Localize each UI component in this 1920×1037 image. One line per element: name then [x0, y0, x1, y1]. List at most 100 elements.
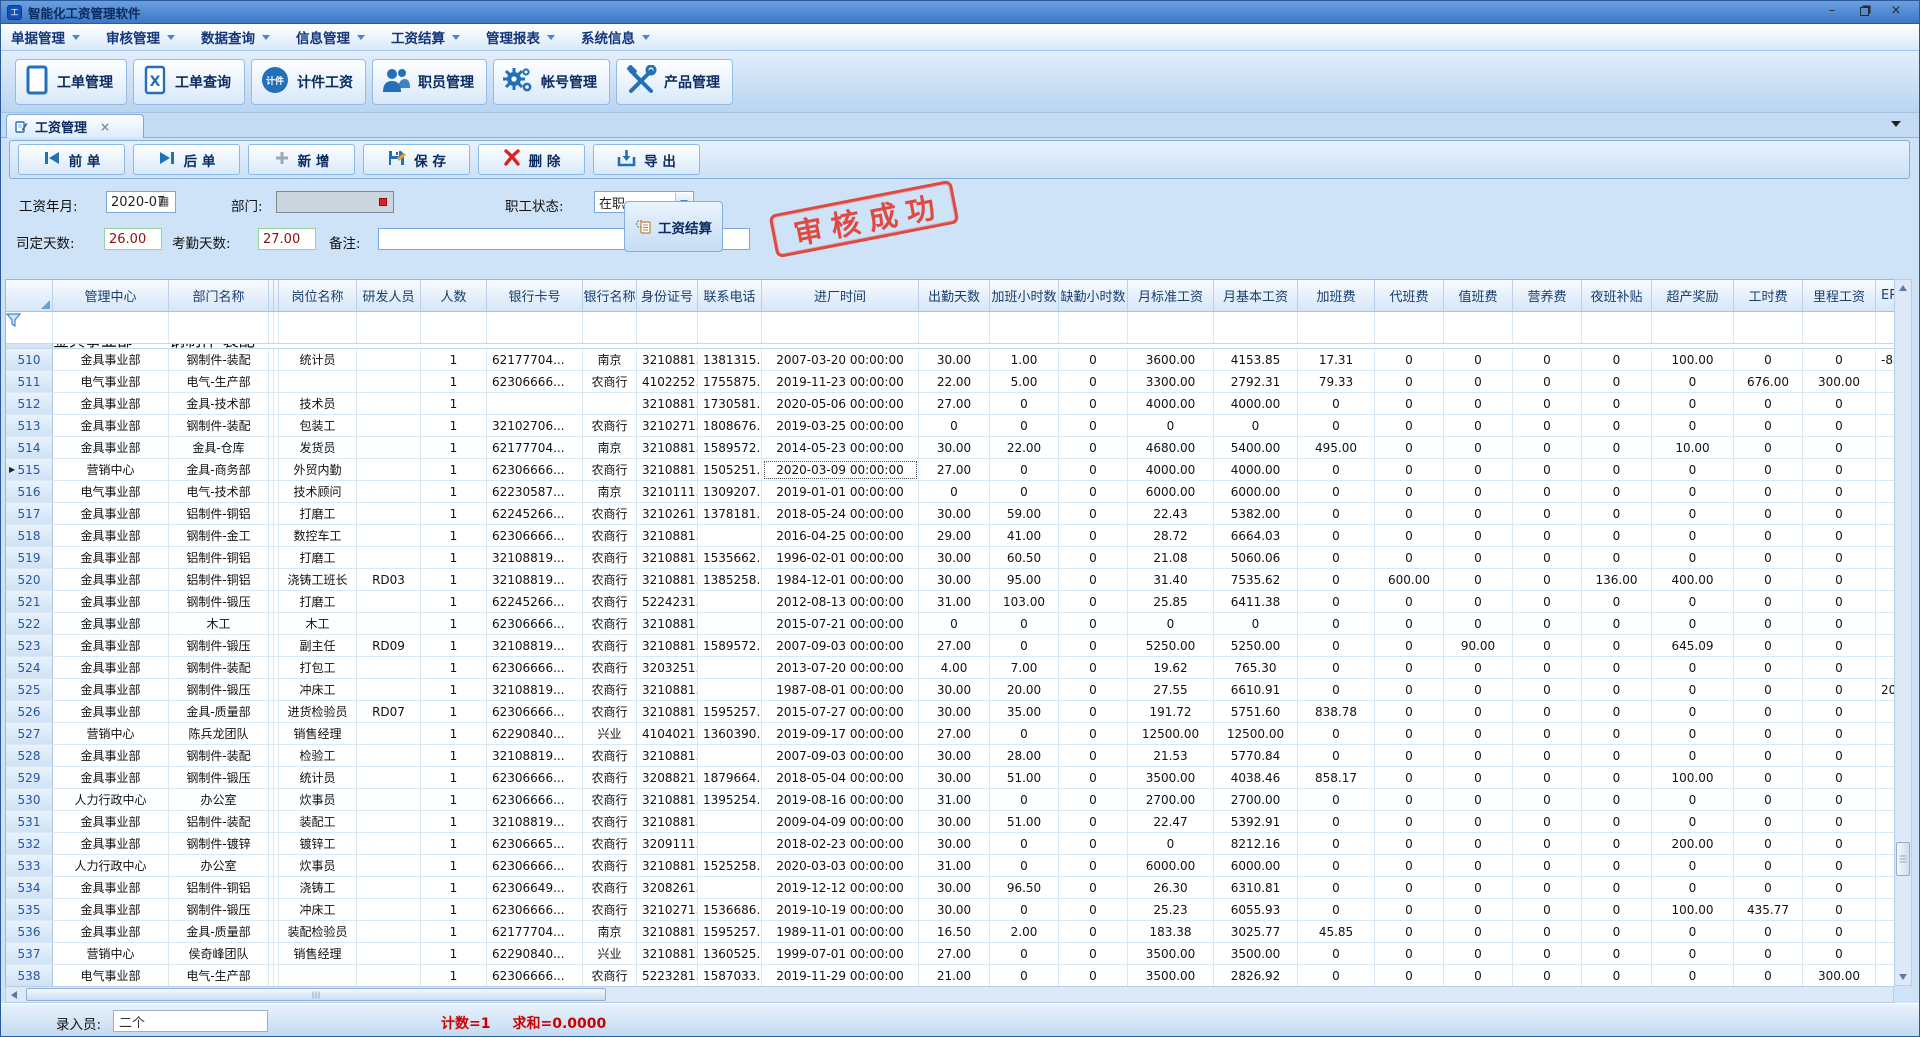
- grid-cell[interactable]: 62306666...: [487, 701, 583, 723]
- grid-cell[interactable]: 金具事业部: [53, 877, 169, 899]
- grid-cell[interactable]: 农商行: [583, 415, 637, 437]
- grid-cell[interactable]: 3210881...: [637, 437, 698, 459]
- grid-filter-cell[interactable]: [1059, 312, 1128, 343]
- grid-cell[interactable]: 30.00: [919, 437, 990, 459]
- grid-cell[interactable]: 22.43: [1128, 503, 1214, 525]
- grid-cell[interactable]: 4000.00: [1128, 393, 1214, 415]
- grid-cell[interactable]: 0: [1375, 481, 1444, 503]
- row-number[interactable]: 527: [6, 723, 53, 745]
- grid-header-出勤天数[interactable]: 出勤天数: [919, 280, 990, 311]
- grid-cell[interactable]: 62306666...: [487, 613, 583, 635]
- row-number[interactable]: 512: [6, 393, 53, 415]
- grid-cell[interactable]: 1: [421, 415, 487, 437]
- grid-filter-cell[interactable]: [1375, 312, 1444, 343]
- grid-cell[interactable]: [357, 657, 421, 679]
- grid-cell[interactable]: 0: [1513, 789, 1582, 811]
- grid-cell[interactable]: 金具事业部: [53, 503, 169, 525]
- grid-cell[interactable]: 南京: [583, 437, 637, 459]
- grid-header-月标准工资[interactable]: 月标准工资: [1128, 280, 1214, 311]
- grid-cell[interactable]: 0: [1298, 657, 1375, 679]
- grid-cell[interactable]: 28.72: [1128, 525, 1214, 547]
- grid-cell[interactable]: 2792.31: [1214, 371, 1298, 393]
- grid-cell[interactable]: 4000.00: [1214, 393, 1298, 415]
- grid-cell[interactable]: 0: [1652, 701, 1734, 723]
- grid-cell[interactable]: 0: [1298, 481, 1375, 503]
- grid-cell[interactable]: 62177704...: [487, 349, 583, 371]
- grid-filter-cell[interactable]: [1513, 312, 1582, 343]
- grid-cell[interactable]: 1: [421, 701, 487, 723]
- grid-cell[interactable]: 0: [1298, 679, 1375, 701]
- grid-cell[interactable]: 0: [1444, 591, 1513, 613]
- grid-cell[interactable]: 检验工: [279, 745, 357, 767]
- row-number[interactable]: 522: [6, 613, 53, 635]
- grid-cell[interactable]: 1378181...: [698, 503, 762, 525]
- grid-cell[interactable]: 0: [1059, 965, 1128, 986]
- action-button-prev-record[interactable]: 前 单: [18, 144, 125, 175]
- grid-cell[interactable]: 32108819...: [487, 569, 583, 591]
- grid-cell[interactable]: 0: [1375, 789, 1444, 811]
- grid-cell[interactable]: 0: [1734, 613, 1803, 635]
- grid-cell[interactable]: 0: [1734, 393, 1803, 415]
- grid-cell[interactable]: 0: [1059, 415, 1128, 437]
- grid-cell[interactable]: 0: [1652, 481, 1734, 503]
- grid-cell[interactable]: 外贸内勤: [279, 459, 357, 481]
- grid-cell[interactable]: 2009-04-09 00:00:00: [762, 811, 919, 833]
- grid-cell[interactable]: [357, 833, 421, 855]
- row-number[interactable]: 537: [6, 943, 53, 965]
- grid-cell[interactable]: 0: [1803, 701, 1876, 723]
- row-number[interactable]: 534: [6, 877, 53, 899]
- grid-cell[interactable]: 0: [1803, 437, 1876, 459]
- grid-cell[interactable]: 0: [1375, 877, 1444, 899]
- grid-cell[interactable]: 191.72: [1128, 701, 1214, 723]
- grid-cell[interactable]: 0: [1803, 921, 1876, 943]
- grid-filter-cell[interactable]: [1444, 312, 1513, 343]
- grid-cell[interactable]: 1: [421, 591, 487, 613]
- grid-cell[interactable]: 1996-02-01 00:00:00: [762, 547, 919, 569]
- action-button-save-floppy[interactable]: 保 存: [363, 144, 470, 175]
- grid-cell[interactable]: 62306666...: [487, 899, 583, 921]
- grid-cell[interactable]: 发货员: [279, 437, 357, 459]
- grid-cell[interactable]: 1360390...: [698, 723, 762, 745]
- grid-cell[interactable]: 51.00: [990, 811, 1059, 833]
- department-input[interactable]: [276, 191, 394, 213]
- grid-cell[interactable]: 2019-11-23 00:00:00: [762, 371, 919, 393]
- grid-cell[interactable]: 电气事业部: [53, 371, 169, 393]
- grid-cell[interactable]: 0: [1803, 679, 1876, 701]
- grid-cell[interactable]: 4680.00: [1128, 437, 1214, 459]
- grid-header-缺勤小时数[interactable]: 缺勤小时数: [1059, 280, 1128, 311]
- grid-cell[interactable]: 农商行: [583, 811, 637, 833]
- grid-cell[interactable]: 0: [1298, 855, 1375, 877]
- grid-filter-cell[interactable]: [1582, 312, 1652, 343]
- calendar-icon[interactable]: ▦: [158, 194, 169, 208]
- grid-cell[interactable]: [1876, 503, 1894, 525]
- grid-cell[interactable]: 6000.00: [1128, 855, 1214, 877]
- grid-cell[interactable]: 0: [1734, 437, 1803, 459]
- row-number[interactable]: 525: [6, 679, 53, 701]
- grid-cell[interactable]: 0: [1652, 613, 1734, 635]
- grid-cell[interactable]: 30.00: [919, 811, 990, 833]
- grid-cell[interactable]: 100.00: [1652, 899, 1734, 921]
- grid-cell[interactable]: 营销中心: [53, 943, 169, 965]
- grid-cell[interactable]: 3500.00: [1128, 767, 1214, 789]
- grid-cell[interactable]: [1876, 415, 1894, 437]
- grid-cell[interactable]: 0: [1375, 437, 1444, 459]
- grid-cell[interactable]: 32108819...: [487, 547, 583, 569]
- row-number[interactable]: 523: [6, 635, 53, 657]
- row-number[interactable]: 517: [6, 503, 53, 525]
- grid-cell[interactable]: 0: [1444, 877, 1513, 899]
- grid-cell[interactable]: 销售经理: [279, 943, 357, 965]
- grid-cell[interactable]: 0: [1059, 437, 1128, 459]
- grid-cell[interactable]: 0: [1375, 679, 1444, 701]
- grid-header-身份证号[interactable]: 身份证号: [637, 280, 698, 311]
- grid-cell[interactable]: 0: [1652, 679, 1734, 701]
- grid-cell[interactable]: 1989-11-01 00:00:00: [762, 921, 919, 943]
- grid-cell[interactable]: 22.47: [1128, 811, 1214, 833]
- grid-cell[interactable]: 60.50: [990, 547, 1059, 569]
- grid-cell[interactable]: 32102706...: [487, 415, 583, 437]
- grid-cell[interactable]: 0: [1582, 657, 1652, 679]
- grid-cell[interactable]: [1876, 767, 1894, 789]
- grid-cell[interactable]: 金具-技术部: [169, 393, 269, 415]
- grid-cell[interactable]: [279, 371, 357, 393]
- grid-header-联系电话[interactable]: 联系电话: [698, 280, 762, 311]
- grid-cell[interactable]: 1525258...: [698, 855, 762, 877]
